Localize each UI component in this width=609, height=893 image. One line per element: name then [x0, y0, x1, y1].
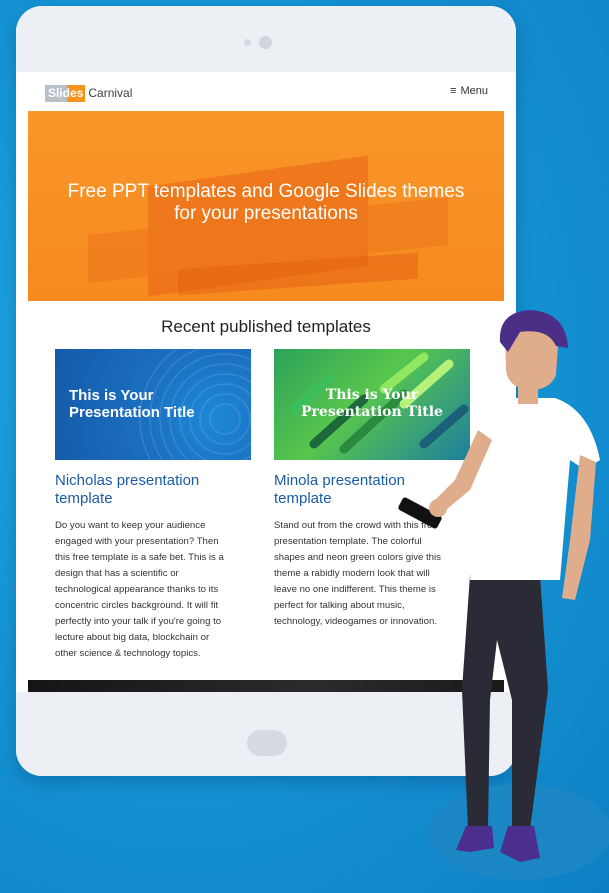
description-line: technology, videogames or innovation.	[274, 616, 438, 627]
description-line: this free template is a safe bet. This i…	[55, 552, 224, 563]
template-title-line: Minola presentation	[274, 472, 405, 489]
template-card[interactable]: This is Your Presentation Title Nicholas…	[55, 349, 251, 662]
navbar: Slides Carnival ≡ Menu	[28, 72, 504, 111]
template-title-link[interactable]: Minola presentation template	[274, 472, 470, 508]
left-shoe	[456, 826, 494, 852]
next-section-preview	[28, 680, 504, 692]
sensor-icon	[244, 39, 251, 46]
hero-title-line: for your presentations	[174, 203, 358, 224]
section-title: Recent published templates	[161, 317, 371, 336]
template-card[interactable]: This is Your Presentation Title Minola p…	[274, 349, 470, 630]
hero-title-line: Free PPT templates and Google Slides the…	[67, 181, 465, 202]
neck	[518, 380, 538, 404]
thumbnail-title: This is Your Presentation Title	[274, 387, 470, 421]
tablet-screen: Slides Carnival ≡ Menu Free PPT template…	[28, 72, 504, 692]
description-line: theme a rabidly modern look that will	[274, 568, 430, 579]
description-line: leave no one indifferent. This theme is	[274, 584, 436, 595]
tablet-frame: Slides Carnival ≡ Menu Free PPT template…	[16, 6, 516, 776]
description-line: lecture about big data, blockchain or	[55, 632, 210, 643]
hamburger-icon: ≡	[450, 85, 457, 97]
hero-title: Free PPT templates and Google Slides the…	[28, 181, 504, 225]
template-description: Stand out from the crowd with this free …	[274, 518, 470, 630]
tablet-bottom-bezel	[16, 692, 516, 776]
template-title-line: template	[55, 490, 113, 507]
description-line: perfectly into your talk if you're going…	[55, 616, 222, 627]
logo-carnival-text: Carnival	[88, 86, 133, 100]
template-description: Do you want to keep your audience engage…	[55, 518, 251, 662]
floor-shadow	[428, 784, 609, 880]
description-line: presentation template. The colorful	[274, 536, 422, 547]
hero-banner: Free PPT templates and Google Slides the…	[28, 111, 504, 301]
tablet-top-bezel	[16, 6, 516, 72]
thumbnail-title-line: Presentation Title	[301, 404, 443, 420]
description-line: perfect for talking about music,	[274, 600, 405, 611]
template-title-line: Nicholas presentation	[55, 472, 200, 489]
description-line: shapes and neon green colors give this	[274, 552, 441, 563]
right-arm	[562, 455, 596, 600]
thumbnail-title-line: This is Your	[69, 387, 154, 404]
right-shoe	[500, 826, 540, 862]
thumbnail-title-line: This is Your	[325, 387, 419, 403]
description-line: other science & technology topics.	[55, 648, 201, 659]
site-logo[interactable]: Slides Carnival	[45, 85, 132, 102]
logo-slides-text: Slides	[45, 85, 86, 102]
menu-button[interactable]: ≡ Menu	[450, 85, 488, 97]
description-line: design that has a scientific or	[55, 568, 179, 579]
menu-label: Menu	[460, 85, 488, 97]
description-line: technological appearance thanks to its	[55, 584, 219, 595]
description-line: concentric circles background. It will f…	[55, 600, 219, 611]
home-button[interactable]	[247, 730, 287, 756]
template-title-link[interactable]: Nicholas presentation template	[55, 472, 251, 508]
template-title-line: template	[274, 490, 332, 507]
template-thumbnail[interactable]: This is Your Presentation Title	[274, 349, 470, 460]
thumbnail-title-line: Presentation Title	[69, 404, 195, 421]
camera-icon	[259, 36, 272, 49]
description-line: engaged with your presentation? Then	[55, 536, 219, 547]
description-line: Do you want to keep your audience	[55, 520, 206, 531]
template-thumbnail[interactable]: This is Your Presentation Title	[55, 349, 251, 460]
thumbnail-title: This is Your Presentation Title	[69, 387, 195, 421]
description-line: Stand out from the crowd with this free	[274, 520, 438, 531]
